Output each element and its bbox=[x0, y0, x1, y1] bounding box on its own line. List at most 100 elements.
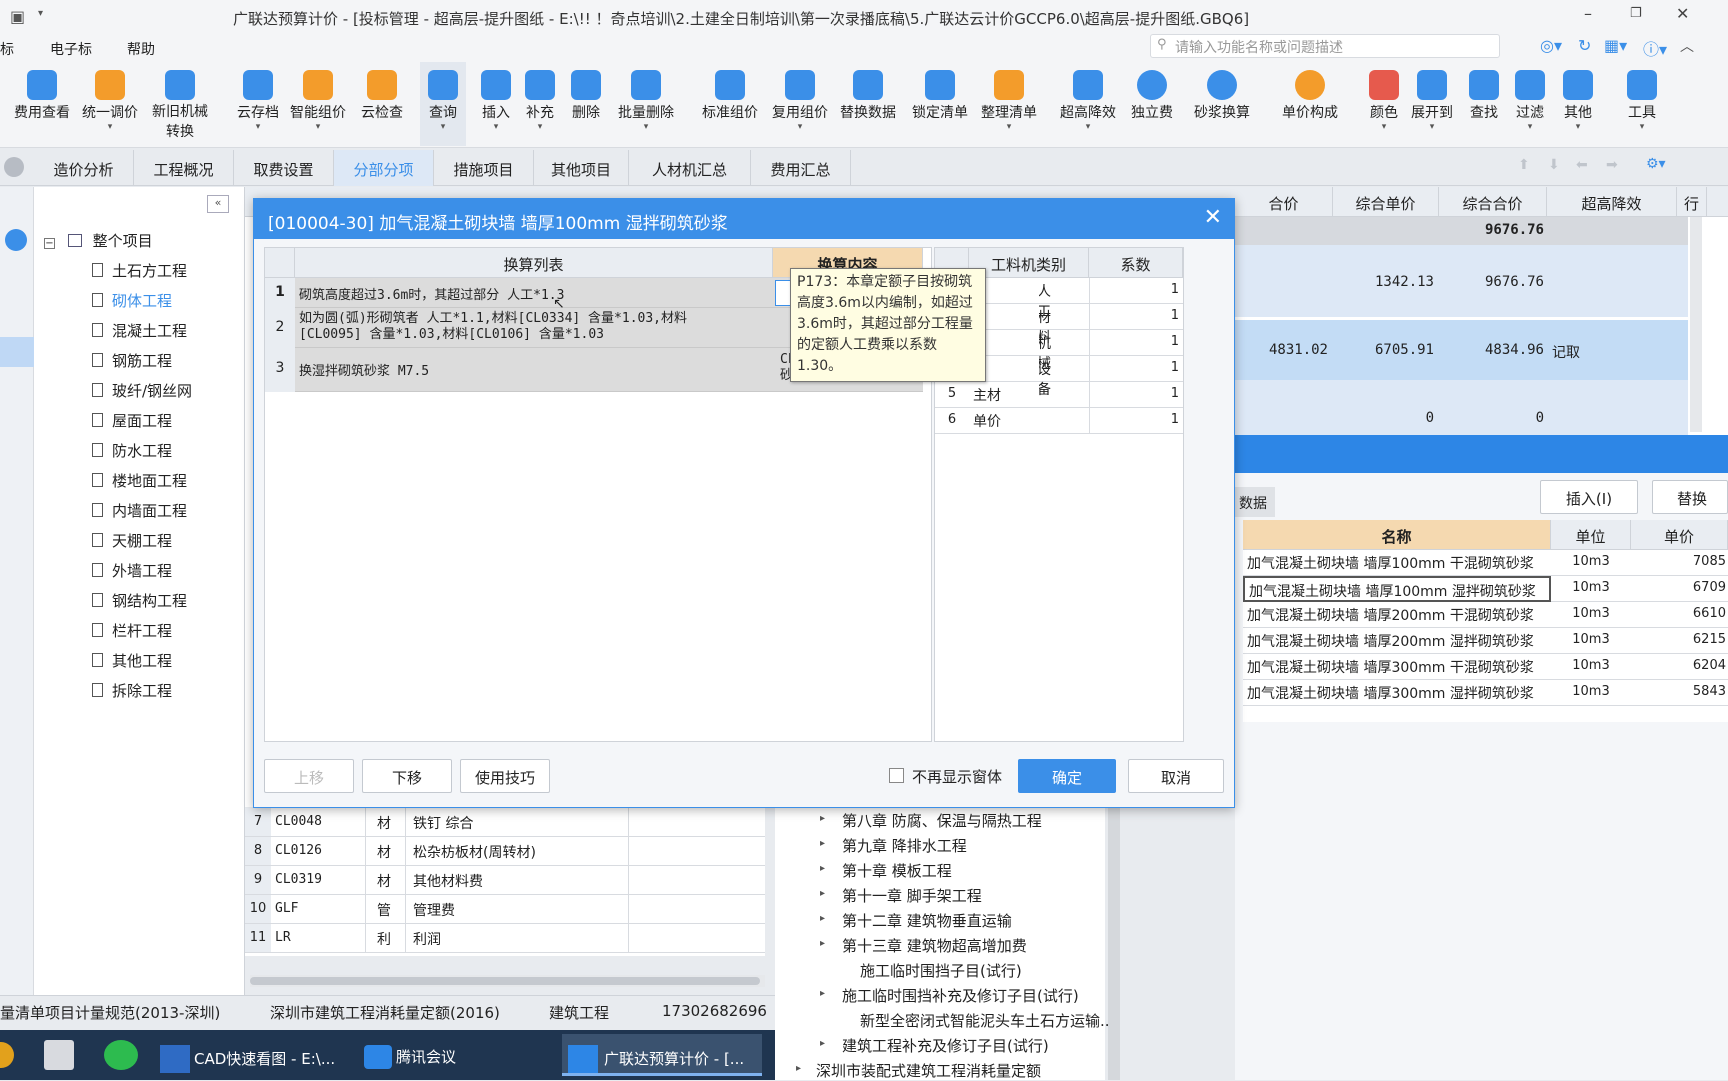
type-row[interactable]: 5 主材 1 bbox=[935, 382, 1183, 408]
material-row[interactable]: 8 CL0126 材 松杂枋板材(周转材) bbox=[245, 837, 765, 866]
tree-item[interactable]: 其他工程 bbox=[92, 650, 172, 676]
move-up-button[interactable]: 上移 bbox=[264, 759, 354, 793]
library-item[interactable]: 第十章 模板工程 bbox=[842, 860, 952, 881]
expand-arrow-icon[interactable]: ▸ bbox=[820, 863, 825, 874]
type-coefficient[interactable]: 1 bbox=[1089, 360, 1179, 375]
expand-arrow-icon[interactable]: ▸ bbox=[820, 813, 825, 824]
tree-item[interactable]: 天棚工程 bbox=[92, 530, 172, 556]
high-rise-button[interactable]: 超高降效 ▾ bbox=[1058, 62, 1118, 146]
col-header-price[interactable]: 单价 bbox=[1631, 520, 1728, 550]
task-tencent-meeting[interactable]: 腾讯会议 bbox=[364, 1034, 544, 1076]
replace-button[interactable]: 替换 bbox=[1652, 480, 1728, 514]
arrow-down-icon[interactable]: ⬇ bbox=[1548, 157, 1560, 173]
quota-row[interactable]: 加气混凝土砌块墙 墙厚200mm 干混砌筑砂浆 10m3 6610 bbox=[1243, 602, 1728, 628]
tab-overview[interactable]: 工程概况 bbox=[134, 150, 234, 186]
vertical-scrollbar[interactable] bbox=[1690, 217, 1702, 432]
library-scrollbar[interactable] bbox=[1108, 808, 1120, 1080]
organize-list-button[interactable]: 整理清单 ▾ bbox=[979, 62, 1039, 146]
col-header-unit[interactable]: 单位 bbox=[1551, 520, 1631, 550]
collapse-ribbon-icon[interactable]: ︿ bbox=[1680, 36, 1694, 56]
tab-fee-summary[interactable]: 费用汇总 bbox=[751, 150, 851, 186]
tab-cost-analysis[interactable]: 造价分析 bbox=[34, 150, 134, 186]
expand-arrow-icon[interactable]: ▸ bbox=[820, 913, 825, 924]
tab-fee-settings[interactable]: 取费设置 bbox=[234, 150, 334, 186]
menu-item-help[interactable]: 帮助 bbox=[127, 39, 155, 59]
expand-arrow-icon[interactable]: ▸ bbox=[820, 938, 825, 949]
library-item[interactable]: 第九章 降排水工程 bbox=[842, 835, 967, 856]
download-icon[interactable] bbox=[5, 229, 27, 251]
insert-item-button[interactable]: 插入(I) bbox=[1540, 480, 1638, 514]
type-coefficient[interactable]: 1 bbox=[1089, 334, 1179, 349]
unified-price-button[interactable]: 统一调价 ▾ bbox=[80, 62, 140, 146]
material-row[interactable]: 10 GLF 管 管理费 bbox=[245, 895, 765, 924]
help-icon[interactable]: ⓘ▾ bbox=[1643, 36, 1667, 60]
cancel-button[interactable]: 取消 bbox=[1128, 759, 1224, 793]
other-button[interactable]: 其他 ▾ bbox=[1548, 62, 1608, 146]
task-glodon[interactable]: 广联达预算计价 - [... bbox=[562, 1034, 762, 1076]
no-show-checkbox[interactable] bbox=[889, 768, 904, 783]
type-coefficient[interactable]: 1 bbox=[1089, 282, 1179, 297]
menu-item-biao[interactable]: 标 bbox=[0, 39, 14, 59]
mortar-convert-button[interactable]: 砂浆换算 bbox=[1192, 62, 1252, 146]
scrollbar-thumb[interactable] bbox=[250, 977, 760, 985]
library-item[interactable]: 建筑工程补充及修订子目(试行) bbox=[842, 1035, 1049, 1056]
tab-measures[interactable]: 措施项目 bbox=[434, 150, 534, 186]
tree-item[interactable]: 外墙工程 bbox=[92, 560, 172, 586]
quota-row[interactable]: 加气混凝土砌块墙 墙厚200mm 湿拌砌筑砂浆 10m3 6215 bbox=[1243, 628, 1728, 654]
col-header-name[interactable]: 名称 bbox=[1243, 520, 1551, 550]
tree-item[interactable]: 楼地面工程 bbox=[92, 470, 187, 496]
refresh-icon[interactable]: ↻ bbox=[1578, 36, 1591, 55]
quick-access-arrow[interactable]: ▾ bbox=[38, 8, 43, 19]
minimize-button[interactable]: – bbox=[1584, 4, 1592, 23]
library-item[interactable]: 第十一章 脚手架工程 bbox=[842, 885, 982, 906]
replace-data-button[interactable]: 替换数据 bbox=[838, 62, 898, 146]
tree-item[interactable]: 钢筋工程 bbox=[92, 350, 172, 376]
horizontal-scrollbar[interactable] bbox=[250, 975, 765, 987]
wechat-icon[interactable] bbox=[104, 1040, 138, 1070]
col-header-total-price[interactable]: 合价 bbox=[1235, 187, 1333, 217]
col-header-coefficient[interactable]: 系数 bbox=[1089, 248, 1183, 278]
tree-item-selected[interactable]: 砌体工程 bbox=[92, 290, 172, 316]
library-item[interactable]: 第十二章 建筑物垂直运输 bbox=[842, 910, 1012, 931]
library-item[interactable]: 施工临时围挡补充及修订子目(试行) bbox=[842, 985, 1079, 1006]
grid-row-3[interactable] bbox=[1235, 380, 1688, 435]
lock-list-button[interactable]: 锁定清单 bbox=[910, 62, 970, 146]
library-item[interactable]: 新型全密闭式智能泥头车土石方运输... bbox=[860, 1010, 1114, 1031]
material-row[interactable]: 11 LR 利 利润 bbox=[245, 924, 765, 953]
material-row[interactable]: 9 CL0319 材 其他材料费 bbox=[245, 866, 765, 895]
close-icon[interactable]: ✕ bbox=[1204, 205, 1222, 230]
machine-convert-button[interactable]: 新旧机械转换 bbox=[150, 62, 210, 146]
restore-button[interactable]: ❐ bbox=[1630, 6, 1642, 21]
home-icon[interactable] bbox=[4, 157, 24, 177]
col-header-high-rise[interactable]: 超高降效 bbox=[1547, 187, 1677, 217]
col-header-type[interactable]: 工料机类别 bbox=[969, 248, 1089, 278]
tab-sections[interactable]: 分部分项 bbox=[334, 150, 434, 186]
library-item[interactable]: 深圳市装配式建筑工程消耗量定额 bbox=[816, 1060, 1041, 1081]
headset-icon[interactable]: ◎▾ bbox=[1540, 36, 1562, 55]
expand-arrow-icon[interactable]: ▸ bbox=[820, 838, 825, 849]
tree-item[interactable]: 玻纤/钢丝网 bbox=[92, 380, 192, 406]
type-coefficient[interactable]: 1 bbox=[1089, 412, 1179, 427]
library-item[interactable]: 第八章 防腐、保温与隔热工程 bbox=[842, 810, 1042, 831]
expand-arrow-icon[interactable]: ▸ bbox=[820, 988, 825, 999]
paint-app-icon[interactable] bbox=[44, 1040, 74, 1070]
quota-row[interactable]: 加气混凝土砌块墙 墙厚100mm 湿拌砌筑砂浆 10m3 6709 bbox=[1243, 576, 1728, 602]
move-down-button[interactable]: 下移 bbox=[362, 759, 452, 793]
expand-arrow-icon[interactable]: ▸ bbox=[796, 1063, 801, 1074]
type-row[interactable]: 6 单价 1 bbox=[935, 408, 1183, 434]
tab-labor-material[interactable]: 人材机汇总 bbox=[629, 150, 751, 186]
fee-view-button[interactable]: 费用查看 bbox=[12, 62, 72, 146]
tree-item[interactable]: 栏杆工程 bbox=[92, 620, 172, 646]
tab-other-items[interactable]: 其他项目 bbox=[534, 150, 629, 186]
expand-arrow-icon[interactable]: ▸ bbox=[820, 1038, 825, 1049]
type-coefficient[interactable]: 1 bbox=[1089, 386, 1179, 401]
tree-item[interactable]: 内墙面工程 bbox=[92, 500, 187, 526]
menu-item-e-biao[interactable]: 电子标 bbox=[50, 39, 92, 59]
library-item[interactable]: 第十三章 建筑物超高增加费 bbox=[842, 935, 1027, 956]
material-row[interactable]: 7 CL0048 材 铁钉 综合 bbox=[245, 808, 765, 837]
start-icon[interactable] bbox=[0, 1042, 14, 1068]
ok-button[interactable]: 确定 bbox=[1018, 759, 1116, 793]
close-window-button[interactable]: ✕ bbox=[1676, 4, 1689, 23]
col-header-combined-total[interactable]: 综合合价 bbox=[1439, 187, 1547, 217]
collapse-tree-icon[interactable]: − bbox=[44, 238, 55, 249]
